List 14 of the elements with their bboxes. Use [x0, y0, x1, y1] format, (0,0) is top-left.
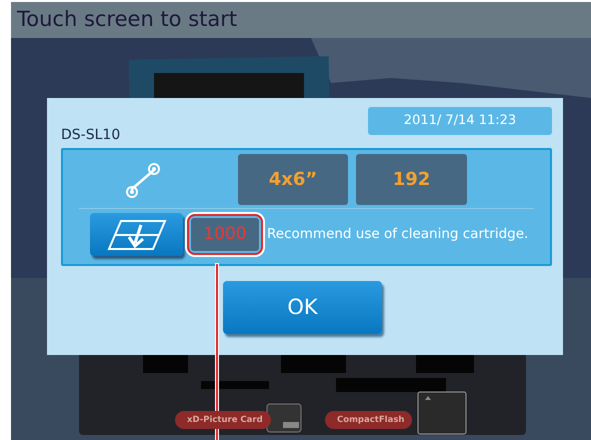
- memory-card-icon: [265, 402, 303, 434]
- link-icon: [123, 160, 163, 200]
- memory-card-icon: [416, 390, 468, 436]
- slot-label: xD-Picture Card: [175, 411, 271, 429]
- slot-label: CompactFlash: [325, 411, 412, 429]
- model-name: DS-SL10: [61, 126, 122, 145]
- paper-size: 4x6”: [238, 154, 348, 205]
- date-time: 2011/ 7/14 11:23: [368, 107, 552, 135]
- cleaning-icon: [106, 218, 166, 250]
- remaining-prints: 192: [356, 154, 467, 205]
- ok-button[interactable]: OK: [223, 281, 382, 334]
- cleaning-message: Recommend use of cleaning cartridge.: [267, 225, 528, 244]
- cleaning-button[interactable]: [90, 213, 183, 256]
- cleaning-count: 1000: [191, 218, 259, 251]
